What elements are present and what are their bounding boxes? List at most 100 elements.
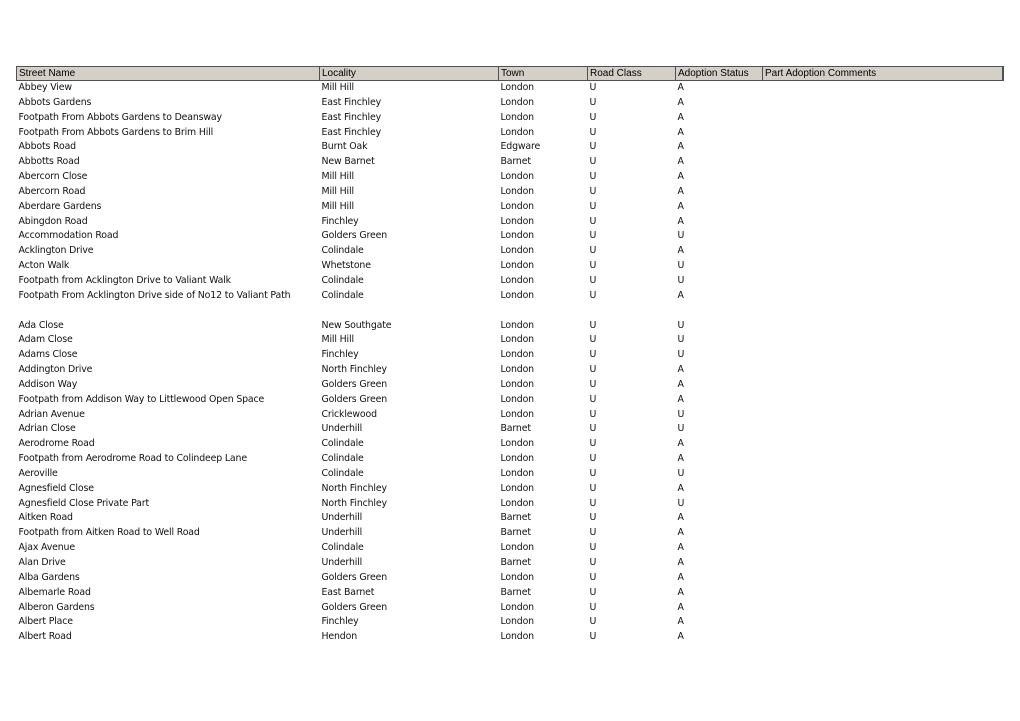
road-class-cell: U [589, 453, 597, 465]
town-cell: London [500, 215, 535, 227]
town-cell: London [500, 171, 535, 183]
table-body: Abbey View Mill Hill London U A Abbots Garden… [17, 81, 1003, 646]
street-name-cell: Alberon Gardens [18, 601, 95, 613]
town-cell: London [500, 616, 535, 628]
part-adoption-comments-cell [763, 526, 1003, 541]
town-cell: Barnet [500, 423, 532, 435]
adoption-status-cell: A [677, 571, 684, 583]
town-cell: London [500, 245, 535, 257]
locality-cell: Cricklewood [321, 408, 378, 420]
road-class-cell: U [589, 364, 597, 376]
road-class-cell: U [589, 601, 597, 613]
locality-cell: Mill Hill [321, 200, 355, 212]
road-class-cell: U [589, 200, 597, 212]
road-class-cell: U [589, 557, 597, 568]
locality-cell: Underhill [321, 557, 363, 568]
locality-cell: Golders Green [321, 393, 388, 405]
road-class-cell: U [589, 497, 597, 509]
street-name-cell: Agnesfield Close Private Part [18, 497, 150, 509]
road-class-cell: U [589, 512, 597, 524]
street-name-cell: Abbots Road [18, 141, 77, 153]
part-adoption-comments-cell [763, 393, 1003, 408]
road-class-cell: U [589, 349, 597, 361]
table-row: Abingdon Road Finchley London U A [17, 215, 1003, 230]
street-name-cell: Addington Drive [18, 364, 93, 376]
table-row: Adrian Close Underhill Barnet U U [17, 422, 1003, 437]
locality-cell: Mill Hill [321, 171, 355, 183]
street-name-cell: Footpath from Acklington Drive to Valian… [18, 274, 232, 286]
town-cell: London [500, 334, 535, 346]
adoption-status-cell: U [677, 319, 685, 331]
town-cell: London [500, 230, 535, 242]
adoption-status-cell: U [677, 230, 685, 242]
part-adoption-comments-cell [763, 348, 1003, 363]
street-name-cell: Accommodation Road [18, 230, 119, 242]
adoption-status-cell: A [677, 245, 684, 257]
table-row: Ada Close New Southgate London U U [17, 319, 1003, 334]
table-row: Albemarle Road East Barnet Barnet U A [17, 586, 1003, 601]
part-adoption-comments-cell [763, 215, 1003, 230]
locality-cell: North Finchley [321, 497, 388, 509]
locality-cell: Underhill [321, 423, 363, 435]
locality-cell: Finchley [321, 215, 359, 227]
town-cell: London [500, 82, 535, 93]
town-cell: Barnet [500, 156, 532, 168]
part-adoption-comments-cell [763, 111, 1003, 126]
town-cell: London [500, 571, 535, 583]
table-row: Abbots Road Burnt Oak Edgware U A [17, 140, 1003, 155]
locality-cell: Colindale [321, 274, 364, 286]
part-adoption-comments-cell [763, 378, 1003, 393]
part-adoption-comments-cell [763, 244, 1003, 259]
locality-cell: Hendon [321, 631, 358, 643]
adoption-status-cell: A [677, 111, 684, 123]
part-adoption-comments-cell [763, 170, 1003, 185]
column-header-town: Town [498, 66, 588, 81]
road-class-cell: U [589, 542, 597, 554]
table-row: Footpath from Aerodrome Road to Colindee… [17, 452, 1003, 467]
locality-cell: Colindale [321, 467, 364, 479]
road-class-cell: U [589, 408, 597, 420]
locality-cell: Whetstone [321, 260, 371, 272]
road-class-cell: U [589, 334, 597, 346]
part-adoption-comments-cell [763, 601, 1003, 616]
locality-cell: East Finchley [321, 126, 382, 138]
adoption-status-cell: A [677, 185, 684, 197]
part-adoption-comments-cell [763, 333, 1003, 348]
town-cell: Barnet [500, 527, 532, 539]
street-name-cell: Aberdare Gardens [18, 200, 102, 212]
table-row: Agnesfield Close Private Part North Finch… [17, 497, 1003, 512]
locality-cell: Golders Green [321, 378, 388, 390]
part-adoption-comments-cell [763, 274, 1003, 289]
adoption-status-cell: A [677, 512, 684, 524]
locality-cell: Colindale [321, 438, 364, 450]
town-cell: London [500, 601, 535, 613]
road-class-cell: U [589, 467, 597, 479]
road-class-cell: U [589, 423, 597, 435]
locality-cell: Finchley [321, 616, 359, 628]
table-row: Footpath From Abbots Gardens to Brim Hil… [17, 126, 1003, 141]
part-adoption-comments-cell [763, 571, 1003, 586]
adoption-status-cell: A [677, 126, 684, 138]
street-register-sheet: Street Name Locality Town Road Class Ado… [16, 66, 1004, 646]
locality-cell: North Finchley [321, 364, 388, 376]
table-row: Albert Place Finchley London U A [17, 615, 1003, 630]
street-name-cell: Adams Close [18, 349, 78, 361]
road-class-cell: U [589, 215, 597, 227]
part-adoption-comments-cell [763, 126, 1003, 141]
part-adoption-comments-cell [763, 229, 1003, 244]
part-adoption-comments-cell [763, 630, 1003, 645]
locality-cell: Mill Hill [321, 82, 355, 93]
part-adoption-comments-cell [763, 511, 1003, 526]
road-class-cell: U [589, 571, 597, 583]
part-adoption-comments-cell [763, 185, 1003, 200]
adoption-status-cell: A [677, 289, 684, 301]
town-cell: London [500, 408, 535, 420]
part-adoption-comments-cell [763, 155, 1003, 170]
table-row: Footpath From Acklington Drive side of N… [17, 289, 1003, 304]
street-name-cell: Albert Road [18, 631, 72, 643]
town-cell: London [500, 453, 535, 465]
town-cell: London [500, 482, 535, 494]
road-class-cell: U [589, 156, 597, 168]
street-name-cell: Ajax Avenue [18, 542, 76, 554]
locality-cell: Colindale [321, 542, 364, 554]
